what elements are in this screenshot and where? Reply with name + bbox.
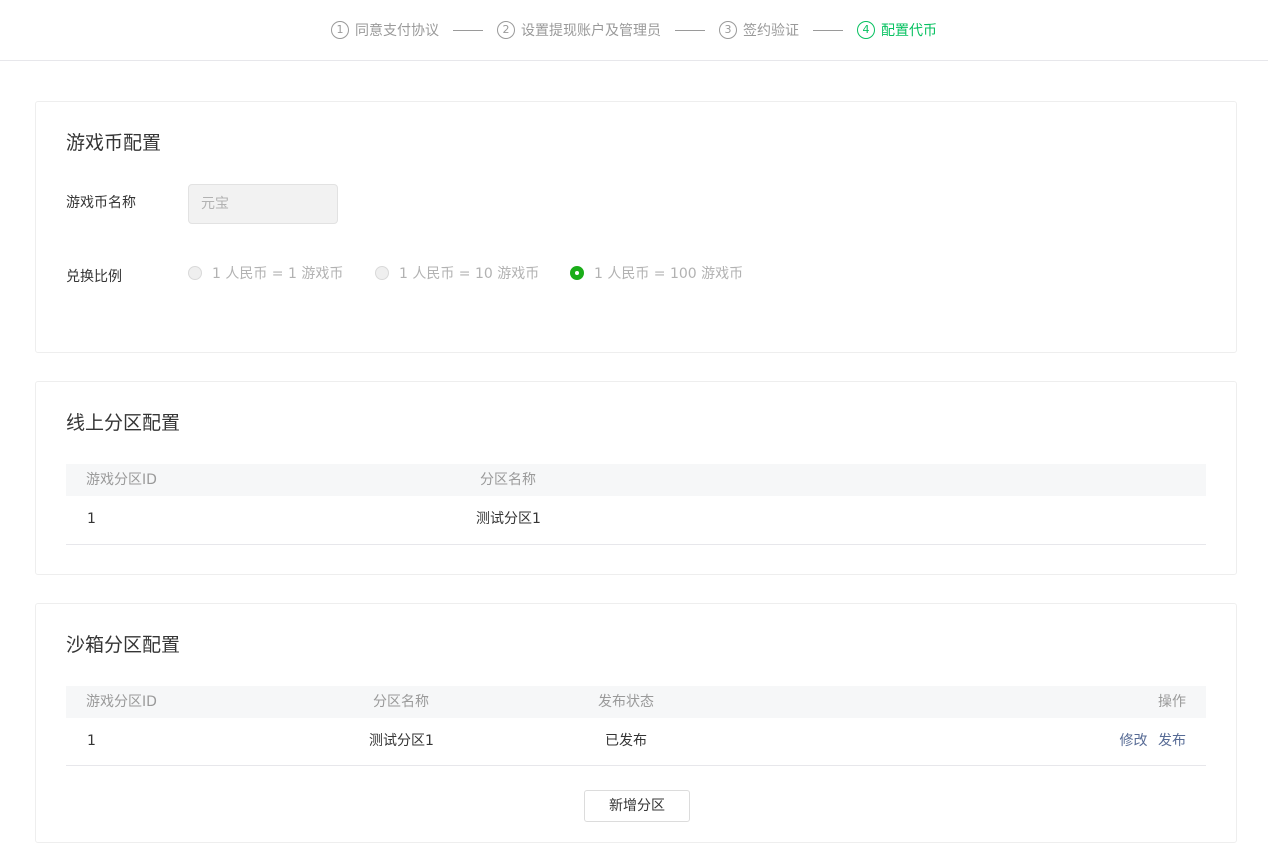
step-number-3: 3 <box>719 21 737 39</box>
progress-stepper: 1 同意支付协议 2 设置提现账户及管理员 3 签约验证 4 配置代币 <box>0 0 1268 61</box>
column-header-zone-id: 游戏分区ID <box>86 472 157 488</box>
sandbox-zones-table: 游戏分区ID 分区名称 发布状态 操作 1 测试分区1 已发布 修改 发布 <box>66 686 1206 766</box>
step-number-1: 1 <box>331 21 349 39</box>
coin-name-input[interactable]: 元宝 <box>188 184 338 224</box>
online-zones-card: 线上分区配置 游戏分区ID 分区名称 1 测试分区1 <box>35 381 1237 575</box>
step-divider <box>813 29 843 31</box>
ratio-option-10[interactable]: 1 人民币 = 10 游戏币 <box>375 263 539 283</box>
step-label-1: 同意支付协议 <box>355 23 439 39</box>
table-row: 1 测试分区1 已发布 修改 发布 <box>66 718 1206 766</box>
step-3: 3 签约验证 <box>719 20 799 40</box>
coin-name-label: 游戏币名称 <box>66 195 136 211</box>
ratio-option-label: 1 人民币 = 10 游戏币 <box>399 266 540 282</box>
step-label-2: 设置提现账户及管理员 <box>521 23 661 39</box>
online-zones-title: 线上分区配置 <box>66 412 181 434</box>
zone-name-cell: 测试分区1 <box>476 511 541 527</box>
sandbox-zones-card: 沙箱分区配置 游戏分区ID 分区名称 发布状态 操作 1 测试分区1 已发布 修… <box>35 603 1237 843</box>
step-2: 2 设置提现账户及管理员 <box>497 20 661 40</box>
step-1: 1 同意支付协议 <box>331 20 439 40</box>
column-header-zone-name: 分区名称 <box>373 694 429 710</box>
coin-config-title: 游戏币配置 <box>66 132 162 154</box>
publish-status-cell: 已发布 <box>605 733 647 749</box>
radio-button[interactable] <box>375 266 389 280</box>
ratio-option-label: 1 人民币 = 100 游戏币 <box>594 266 744 282</box>
step-divider <box>675 29 705 31</box>
radio-button[interactable] <box>188 266 202 280</box>
column-header-publish-status: 发布状态 <box>598 694 654 710</box>
exchange-ratio-label: 兑换比例 <box>66 269 122 285</box>
column-header-zone-name: 分区名称 <box>480 472 536 488</box>
ratio-option-label: 1 人民币 = 1 游戏币 <box>212 266 344 282</box>
coin-config-card: 游戏币配置 游戏币名称 元宝 兑换比例 1 人民币 = 1 游戏币 1 人民币 … <box>35 101 1237 353</box>
publish-link[interactable]: 发布 <box>1158 733 1186 749</box>
step-divider <box>453 29 483 31</box>
zone-name-cell: 测试分区1 <box>369 733 434 749</box>
step-number-4: 4 <box>857 21 875 39</box>
column-header-zone-id: 游戏分区ID <box>86 694 157 710</box>
zone-id-cell: 1 <box>87 511 96 527</box>
zone-id-cell: 1 <box>87 733 96 749</box>
ratio-option-1[interactable]: 1 人民币 = 1 游戏币 <box>188 263 343 283</box>
ratio-option-100[interactable]: 1 人民币 = 100 游戏币 <box>570 263 743 283</box>
table-row: 1 测试分区1 <box>66 496 1206 545</box>
step-4: 4 配置代币 <box>857 20 937 40</box>
edit-link[interactable]: 修改 <box>1120 733 1148 749</box>
radio-button-checked[interactable] <box>570 266 584 280</box>
step-number-2: 2 <box>497 21 515 39</box>
actions-cell: 修改 发布 <box>1120 718 1186 764</box>
step-label-4: 配置代币 <box>881 23 937 39</box>
table-header: 游戏分区ID 分区名称 <box>66 464 1206 496</box>
table-header: 游戏分区ID 分区名称 发布状态 操作 <box>66 686 1206 718</box>
add-zone-button[interactable]: 新增分区 <box>584 790 690 822</box>
step-label-3: 签约验证 <box>743 23 799 39</box>
column-header-actions: 操作 <box>1158 694 1186 710</box>
online-zones-table: 游戏分区ID 分区名称 1 测试分区1 <box>66 464 1206 545</box>
sandbox-zones-title: 沙箱分区配置 <box>66 634 181 656</box>
